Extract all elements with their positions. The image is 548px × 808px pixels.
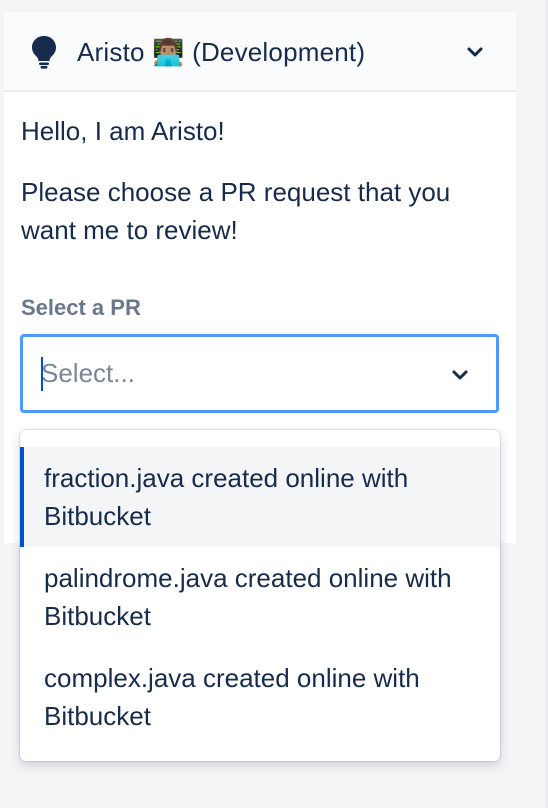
pr-select[interactable]: Select... — [20, 334, 499, 413]
app-page: Aristo 👨🏽‍💻 (Development) Hello, I am Ar… — [0, 0, 548, 808]
prompt-text: Please choose a PR request that you want… — [21, 177, 451, 245]
pr-option[interactable]: fraction.java created online with Bitbuc… — [20, 447, 500, 547]
pr-options-menu: fraction.java created online with Bitbuc… — [20, 430, 500, 761]
panel-header[interactable]: Aristo 👨🏽‍💻 (Development) — [4, 12, 516, 92]
select-placeholder: Select... — [41, 358, 135, 388]
chevron-down-icon[interactable] — [466, 45, 484, 59]
text-cursor — [41, 357, 43, 391]
pr-option[interactable]: palindrome.java created online with Bitb… — [20, 547, 500, 647]
select-pr-label: Select a PR — [21, 295, 141, 320]
app-title: Aristo 👨🏽‍💻 (Development) — [77, 37, 366, 67]
greeting-text: Hello, I am Aristo! — [21, 116, 225, 146]
chevron-down-icon[interactable] — [451, 368, 469, 382]
lightbulb-icon — [32, 36, 56, 69]
pr-option[interactable]: complex.java created online with Bitbuck… — [20, 647, 500, 747]
